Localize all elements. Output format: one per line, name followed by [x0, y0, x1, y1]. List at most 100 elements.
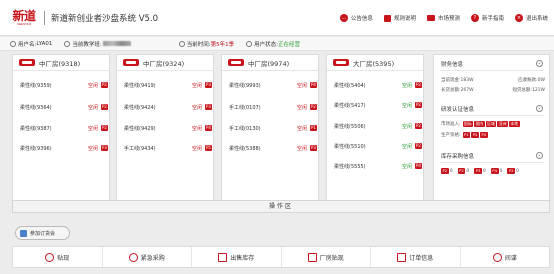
- spy-icon: [492, 252, 502, 262]
- line-name: 柔性线(9993): [229, 82, 261, 89]
- production-line[interactable]: 柔性线(5404) 空闲 P2: [334, 80, 422, 90]
- line-name: 柔性线(9424): [124, 104, 156, 111]
- factory-icon: [333, 59, 349, 66]
- production-line[interactable]: 柔性线(5506) 空闲 P2: [334, 121, 422, 131]
- market-chip: 亚洲: [497, 121, 508, 127]
- factory-name: 中厂房(9318): [39, 59, 81, 68]
- product-qualification-label: 生产资格:: [441, 133, 461, 138]
- discount-label: 贴现: [57, 254, 70, 262]
- line-product-badge: P3: [205, 104, 212, 110]
- line-name: 柔性线(5404): [334, 82, 366, 89]
- line-name: 手工线(9434): [124, 145, 156, 152]
- production-line[interactable]: 手工线(0130) 空闲 P1: [229, 123, 317, 133]
- line-product-badge: P2: [101, 82, 108, 88]
- line-name: 柔性线(5510): [334, 143, 366, 150]
- production-line[interactable]: 柔性线(9364) 空闲 P2: [20, 102, 108, 112]
- sell-stock-button[interactable]: 出售库存: [192, 247, 282, 267]
- nav-logout[interactable]: × 退出系统: [514, 14, 548, 22]
- production-line[interactable]: 柔性线(9396) 空闲 P3: [20, 143, 108, 153]
- finance-title: 财务信息: [441, 62, 464, 68]
- status-time-value: 第5年1季: [210, 41, 235, 48]
- nav-guide[interactable]: ? 新手指南: [470, 14, 504, 22]
- line-product-badge: P2: [415, 102, 422, 108]
- line-name: 柔性线(9396): [20, 145, 52, 152]
- nav-notice[interactable]: … 公告信息: [339, 14, 373, 22]
- line-state: 空闲: [87, 145, 98, 152]
- factory-header: 中厂房(9974): [222, 55, 318, 71]
- spy-label: 间谍: [504, 254, 517, 262]
- order-info-button[interactable]: 订单信息: [371, 247, 461, 267]
- production-line[interactable]: 柔性线(9387) 空闲 P2: [20, 123, 108, 133]
- inventory-row: P2 0 P2 0 P3 0 P4 0 P2 0: [441, 168, 519, 174]
- status-state: 用户状态: 正在经营: [246, 40, 300, 48]
- line-product-badge: P2: [101, 125, 108, 131]
- top-nav: … 公告信息 规则说明 市场预测 ? 新手指南 × 退出系统: [329, 0, 548, 36]
- production-line[interactable]: 柔性线(9993) 空闲 P4: [229, 80, 317, 90]
- action-bar: 贴现 紧急采购 出售库存 厂房贴现 订单信息 间谍: [12, 246, 550, 268]
- rd-collapse-icon[interactable]: ⌄: [536, 105, 543, 112]
- market-access-label: 市场准入:: [441, 122, 461, 127]
- line-state: 空闲: [401, 123, 412, 130]
- urgent-purchase-button[interactable]: 紧急采购: [103, 247, 192, 267]
- nav-rules-label: 规则说明: [393, 16, 416, 22]
- line-name: 柔性线(9387): [20, 125, 52, 132]
- line-name: 手工线(0130): [229, 125, 261, 132]
- logo-divider: [44, 10, 45, 25]
- logo-sub-text: SEENTAO: [16, 21, 32, 26]
- factory-name: 大厂房(5395): [353, 59, 395, 68]
- sell-stock-label: 出售库存: [230, 254, 255, 262]
- market-chip: 区域: [485, 121, 497, 127]
- market-chip: 本地: [508, 121, 520, 127]
- production-line[interactable]: 柔性线(9424) 空闲 P3: [124, 102, 212, 112]
- factory-discount-button[interactable]: 厂房贴现: [282, 247, 371, 267]
- line-state: 空闲: [87, 125, 98, 132]
- line-product-badge: P2: [310, 104, 317, 110]
- inventory-collapse-icon[interactable]: ⌄: [536, 152, 543, 159]
- product-qualification-row: 生产资格: P1 P2 P4: [441, 132, 489, 138]
- production-line[interactable]: 柔性线(9429) 空闲 P4: [124, 123, 212, 133]
- line-name: 柔性线(9359): [20, 82, 52, 89]
- join-order-meeting-button[interactable]: 参加订货会: [15, 226, 70, 240]
- product-chip: P4: [479, 132, 488, 138]
- finance-short-loan: 短贷总额:121W: [512, 88, 545, 93]
- inventory-value: 0: [499, 168, 503, 174]
- factory-header: 中厂房(9318): [13, 55, 109, 71]
- discount-icon: [45, 252, 55, 262]
- status-user: 用户名: LYA01: [10, 40, 52, 48]
- production-line[interactable]: 手工线(0107) 空闲 P2: [229, 102, 317, 112]
- line-state: 空闲: [296, 125, 307, 132]
- factory-name: 中厂房(9324): [143, 59, 185, 68]
- production-line[interactable]: 柔性线(5510) 空闲 P2: [334, 141, 422, 151]
- sell-stock-icon: [218, 252, 228, 262]
- nav-rules[interactable]: 规则说明: [383, 14, 416, 22]
- operation-area-bar: 操作区: [12, 200, 550, 213]
- factory-card: 中厂房(9318) 柔性线(9359) 空闲 P2 柔性线(9364) 空闲 P…: [12, 54, 110, 204]
- line-product-badge: P5: [205, 145, 212, 151]
- production-line[interactable]: 柔性线(5417) 空闲 P2: [334, 100, 422, 110]
- chat-icon: …: [339, 14, 348, 22]
- logo-main-text: 新道: [12, 8, 36, 23]
- line-name: 柔性线(9429): [124, 125, 156, 132]
- production-line[interactable]: 柔性线(5555) 空闲 P4: [334, 161, 422, 171]
- finance-collapse-icon[interactable]: ⌄: [536, 60, 543, 67]
- factory-name: 中厂房(9974): [248, 59, 290, 68]
- spy-button[interactable]: 间谍: [461, 247, 550, 267]
- production-line[interactable]: 柔性线(9359) 空闲 P2: [20, 80, 108, 90]
- production-line[interactable]: 柔性线(5388) 空闲 P3: [229, 143, 317, 153]
- nav-market-forecast[interactable]: 市场预测: [426, 14, 460, 22]
- production-line[interactable]: 柔性线(9419) 空闲 P3: [124, 80, 212, 90]
- production-line[interactable]: 手工线(9434) 空闲 P5: [124, 143, 212, 153]
- inventory-value: 0: [466, 168, 470, 174]
- product-chip: P1: [462, 132, 471, 138]
- line-state: 空闲: [191, 145, 202, 152]
- state-icon: [246, 40, 253, 47]
- top-header: 新道 SEENTAO 新道新创业者沙盘系统 V5.0 … 公告信息 规则说明 市…: [0, 0, 554, 36]
- factory-discount-icon: [307, 252, 317, 262]
- discount-button[interactable]: 贴现: [13, 247, 103, 267]
- divider: [440, 162, 544, 163]
- line-name: 柔性线(9419): [124, 82, 156, 89]
- finance-row: 长贷总额:267W 短贷总额:121W: [441, 87, 545, 93]
- line-product-badge: P2: [415, 143, 422, 149]
- order-info-icon: [397, 252, 407, 262]
- market-chip: 国内: [474, 121, 485, 127]
